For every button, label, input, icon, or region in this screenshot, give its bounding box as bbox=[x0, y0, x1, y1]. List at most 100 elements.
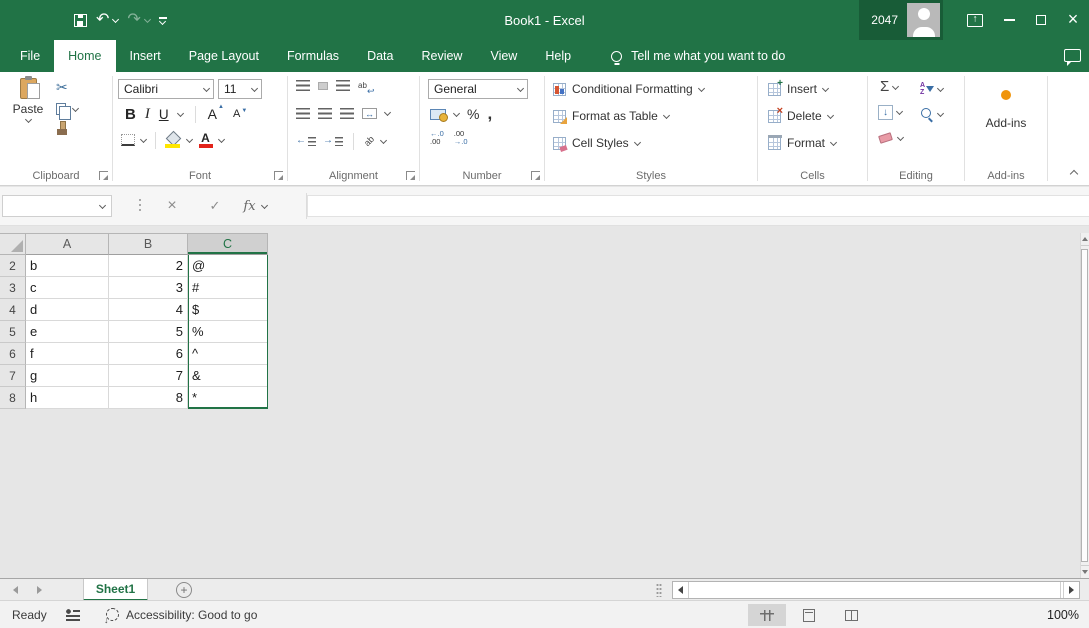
row-header-3[interactable]: 3 bbox=[0, 277, 26, 299]
align-center-icon[interactable] bbox=[318, 108, 332, 119]
copy-button[interactable] bbox=[56, 103, 78, 115]
next-sheet-button[interactable] bbox=[28, 579, 50, 601]
row-header-8[interactable]: 8 bbox=[0, 387, 26, 409]
cell-B7[interactable]: 7 bbox=[109, 365, 188, 387]
cell-A7[interactable]: g bbox=[26, 365, 109, 387]
chevron-down-icon[interactable] bbox=[218, 135, 225, 142]
customize-qat-button[interactable] bbox=[159, 17, 167, 24]
scroll-down-icon[interactable] bbox=[1081, 565, 1089, 578]
cell-C5[interactable]: % bbox=[188, 321, 268, 343]
ribbon-tab-file[interactable]: File bbox=[6, 40, 54, 72]
fill-color-icon[interactable] bbox=[165, 133, 181, 148]
minimize-button[interactable] bbox=[993, 0, 1025, 40]
merge-center-icon[interactable]: ↔ bbox=[362, 108, 377, 119]
decrease-font-size-button[interactable]: A bbox=[233, 108, 247, 120]
maximize-button[interactable] bbox=[1025, 0, 1057, 40]
insert-function-button[interactable]: fx bbox=[243, 195, 267, 217]
save-button[interactable] bbox=[74, 14, 87, 27]
insert-cells-button[interactable]: Insert bbox=[768, 82, 828, 96]
cell-A6[interactable]: f bbox=[26, 343, 109, 365]
orientation-icon[interactable]: ab bbox=[362, 134, 376, 148]
align-right-icon[interactable] bbox=[340, 108, 354, 119]
account-button[interactable]: 2047 bbox=[859, 0, 943, 40]
macro-record-icon[interactable] bbox=[66, 609, 80, 621]
italic-button[interactable]: I bbox=[145, 106, 150, 123]
accounting-format-icon[interactable] bbox=[430, 109, 446, 120]
ribbon-display-options-button[interactable] bbox=[967, 14, 983, 27]
comma-style-button[interactable]: , bbox=[487, 109, 492, 119]
cell-A2[interactable]: b bbox=[26, 255, 109, 277]
bold-button[interactable]: B bbox=[125, 106, 136, 123]
decrease-decimal-icon[interactable]: .00→.0 bbox=[454, 130, 468, 146]
cell-B2[interactable]: 2 bbox=[109, 255, 188, 277]
cell-A5[interactable]: e bbox=[26, 321, 109, 343]
column-header-B[interactable]: B bbox=[109, 233, 188, 255]
scroll-left-button[interactable] bbox=[673, 582, 689, 598]
ribbon-tab-formulas[interactable]: Formulas bbox=[273, 40, 353, 72]
alignment-dialog-launcher-icon[interactable] bbox=[406, 171, 415, 180]
cell-C3[interactable]: # bbox=[188, 277, 268, 299]
undo-button[interactable] bbox=[96, 11, 118, 29]
cell-B4[interactable]: 4 bbox=[109, 299, 188, 321]
close-button[interactable] bbox=[1057, 0, 1089, 40]
wrap-text-icon[interactable]: ab bbox=[358, 81, 376, 90]
chevron-down-icon[interactable] bbox=[186, 135, 193, 142]
zoom-level[interactable]: 100% bbox=[1047, 608, 1079, 622]
tab-splitter-handle[interactable] bbox=[656, 583, 662, 597]
tell-me-box[interactable]: Tell me what you want to do bbox=[611, 40, 785, 72]
ribbon-tab-help[interactable]: Help bbox=[531, 40, 585, 72]
ribbon-tab-view[interactable]: View bbox=[476, 40, 531, 72]
borders-icon[interactable] bbox=[121, 134, 135, 146]
chevron-down-icon[interactable] bbox=[177, 109, 184, 116]
chevron-down-icon[interactable] bbox=[384, 109, 391, 116]
select-all-corner[interactable] bbox=[0, 233, 26, 255]
collapse-ribbon-icon[interactable] bbox=[1070, 170, 1078, 178]
enter-button[interactable] bbox=[203, 195, 227, 217]
autosum-button[interactable]: Σ bbox=[880, 80, 898, 94]
sort-filter-button[interactable]: AZ bbox=[920, 82, 943, 96]
scroll-right-button[interactable] bbox=[1063, 582, 1079, 598]
addins-button[interactable] bbox=[965, 90, 1047, 100]
row-header-4[interactable]: 4 bbox=[0, 299, 26, 321]
ribbon-tab-insert[interactable]: Insert bbox=[116, 40, 175, 72]
column-header-A[interactable]: A bbox=[26, 233, 109, 255]
column-header-C[interactable]: C bbox=[188, 233, 268, 255]
cell-C8[interactable]: * bbox=[188, 387, 268, 409]
scroll-up-icon[interactable] bbox=[1081, 233, 1089, 246]
format-as-table-button[interactable]: Format as Table bbox=[553, 109, 669, 123]
cell-C6[interactable]: ^ bbox=[188, 343, 268, 365]
cell-C2[interactable]: @ bbox=[188, 255, 268, 277]
delete-cells-button[interactable]: Delete bbox=[768, 109, 833, 123]
top-align-icon[interactable] bbox=[296, 80, 310, 91]
paste-button[interactable]: Paste bbox=[9, 78, 47, 122]
percent-style-button[interactable]: % bbox=[467, 106, 479, 122]
format-painter-icon[interactable] bbox=[56, 121, 68, 135]
increase-font-size-button[interactable]: A bbox=[208, 106, 224, 122]
cancel-button[interactable] bbox=[160, 195, 184, 217]
accessibility-status[interactable]: Accessibility: Good to go bbox=[126, 608, 257, 622]
page-break-view-button[interactable] bbox=[832, 604, 870, 626]
font-size-combo[interactable]: 11 bbox=[218, 79, 262, 99]
name-box[interactable] bbox=[2, 195, 112, 217]
cell-styles-button[interactable]: Cell Styles bbox=[553, 136, 640, 150]
underline-button[interactable]: U bbox=[159, 107, 169, 122]
cell-A8[interactable]: h bbox=[26, 387, 109, 409]
vertical-scrollbar[interactable] bbox=[1080, 233, 1089, 578]
cell-B3[interactable]: 3 bbox=[109, 277, 188, 299]
format-cells-button[interactable]: Format bbox=[768, 136, 836, 150]
number-dialog-launcher-icon[interactable] bbox=[531, 171, 540, 180]
chevron-down-icon[interactable] bbox=[140, 135, 147, 142]
cut-icon[interactable] bbox=[56, 79, 78, 97]
normal-view-button[interactable] bbox=[748, 604, 786, 626]
horizontal-scrollbar[interactable] bbox=[672, 581, 1080, 599]
chevron-down-icon[interactable] bbox=[453, 109, 460, 116]
ribbon-tab-page-layout[interactable]: Page Layout bbox=[175, 40, 273, 72]
page-layout-view-button[interactable] bbox=[790, 604, 828, 626]
formula-input[interactable] bbox=[307, 195, 1089, 217]
sheet-tab-sheet1[interactable]: Sheet1 bbox=[83, 579, 148, 601]
chevron-down-icon[interactable] bbox=[380, 136, 387, 143]
cell-A3[interactable]: c bbox=[26, 277, 109, 299]
cell-A4[interactable]: d bbox=[26, 299, 109, 321]
increase-indent-icon[interactable]: → bbox=[323, 136, 343, 146]
row-header-5[interactable]: 5 bbox=[0, 321, 26, 343]
